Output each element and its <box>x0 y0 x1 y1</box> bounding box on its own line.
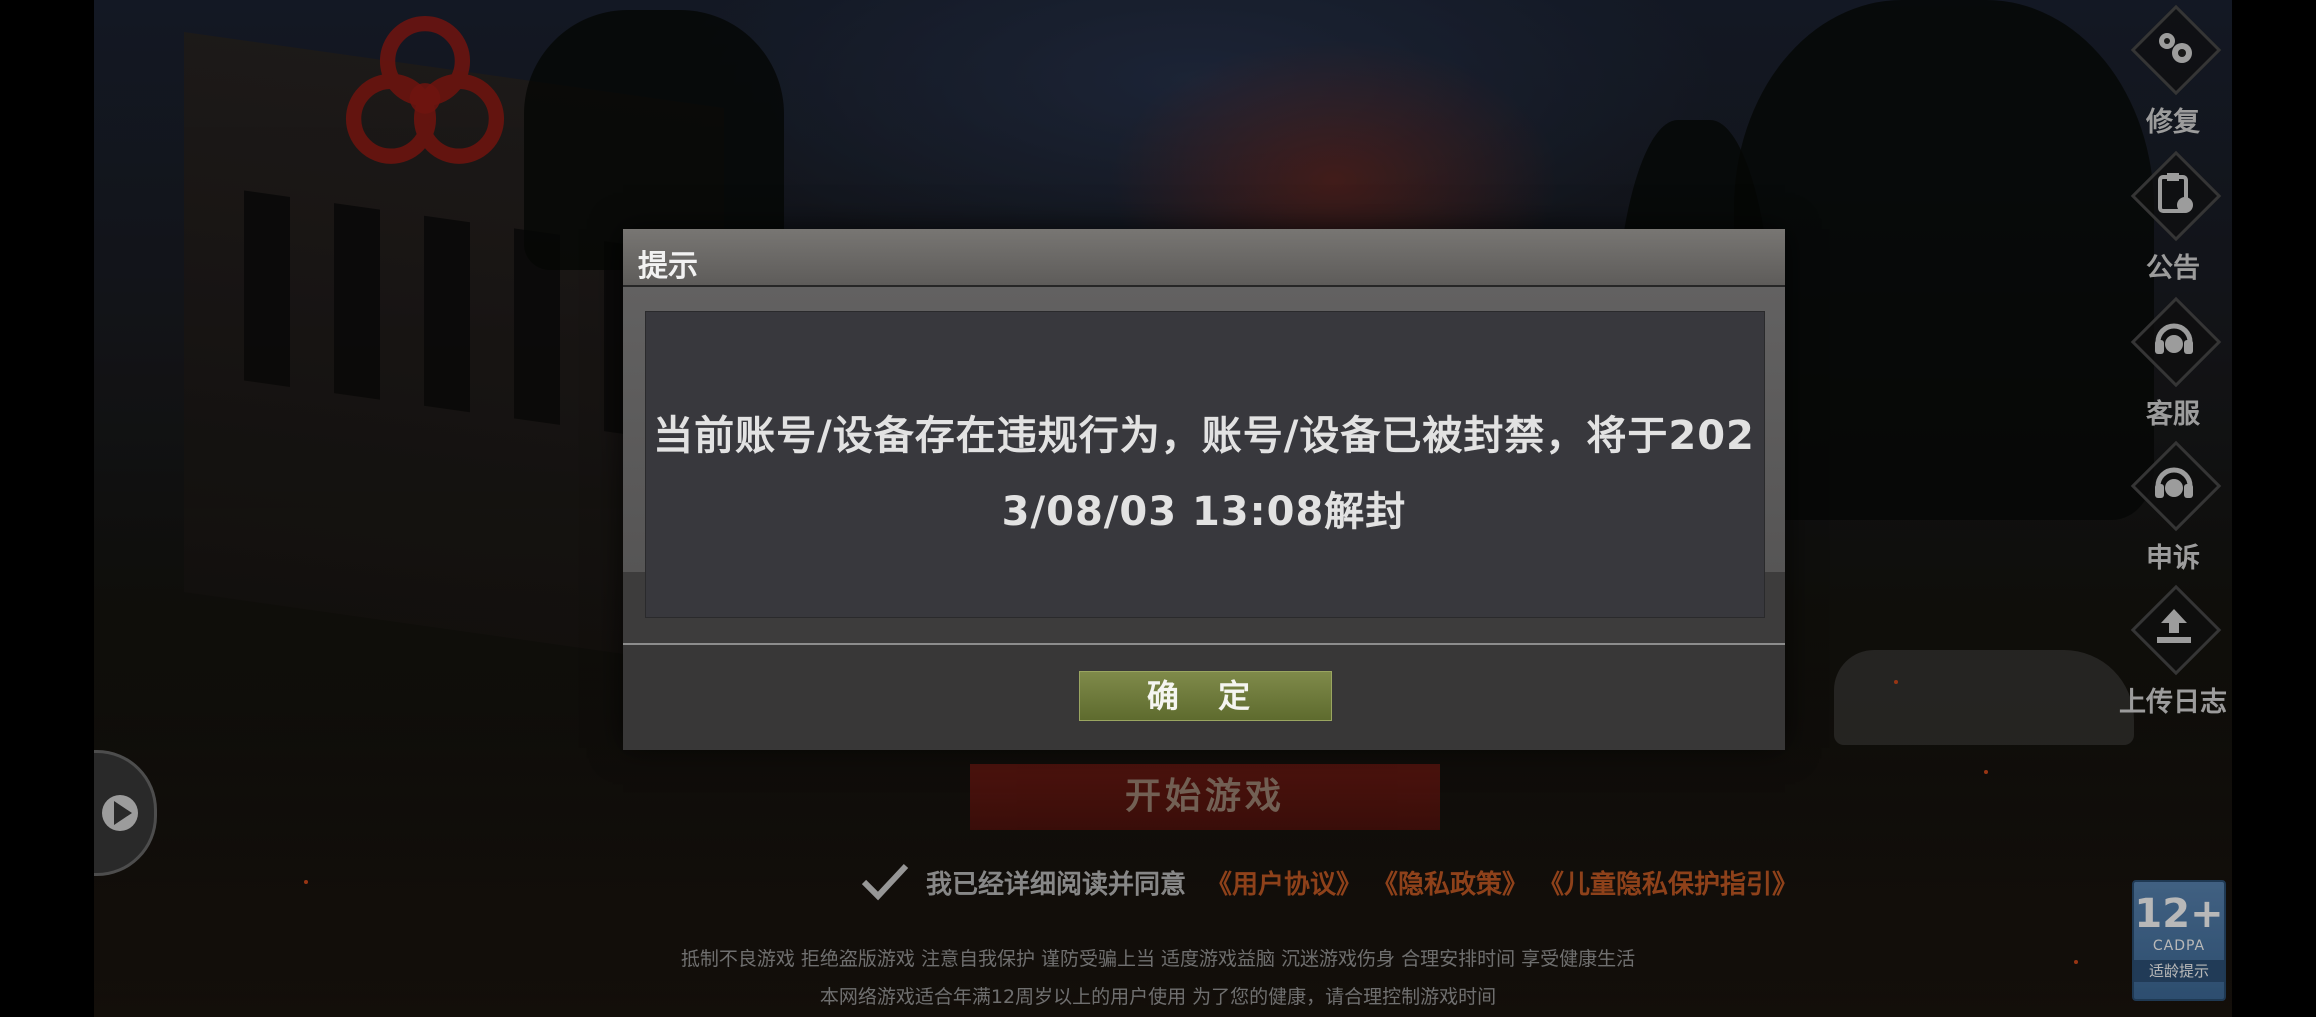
dialog-message: 当前账号/设备存在违规行为，账号/设备已被封禁，将于202 3/08/03 13… <box>645 398 1763 550</box>
dialog-header: 提示 <box>623 229 1785 287</box>
dialog-message-line2: 3/08/03 13:08解封 <box>1001 489 1407 535</box>
confirm-button[interactable]: 确 定 <box>1079 671 1332 721</box>
dialog-message-line1: 当前账号/设备存在违规行为，账号/设备已被封禁，将于202 <box>653 413 1755 459</box>
dialog-title: 提示 <box>638 249 698 284</box>
